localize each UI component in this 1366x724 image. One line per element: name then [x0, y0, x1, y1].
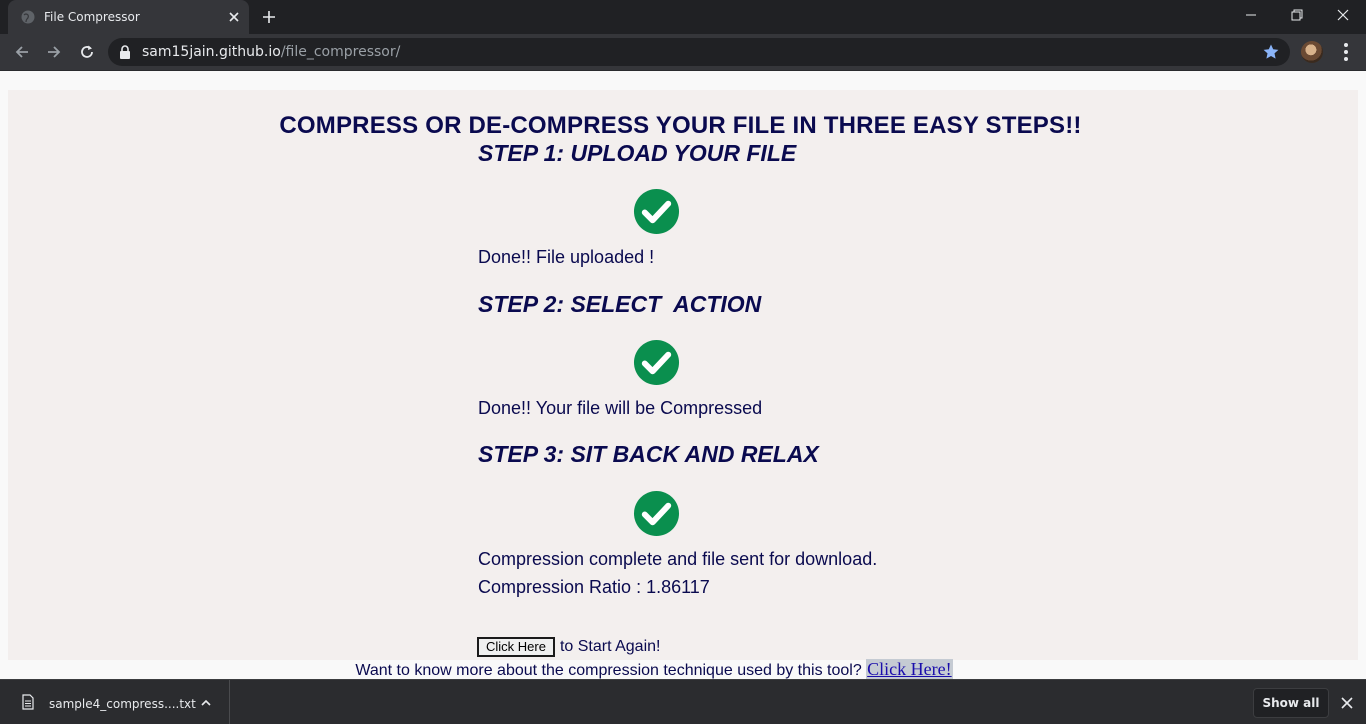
globe-icon [21, 10, 35, 24]
kebab-menu-icon[interactable] [1336, 42, 1356, 62]
close-icon[interactable] [1340, 696, 1354, 710]
new-tab-plus-icon[interactable] [261, 9, 277, 25]
restart-row: Click Here to Start Again! [477, 637, 660, 657]
browser-toolbar: sam15jain.github.io/file_compressor/ [0, 34, 1366, 71]
tab-title: File Compressor [44, 10, 140, 24]
file-icon [22, 694, 34, 710]
restore-icon [1291, 9, 1303, 21]
download-item[interactable]: sample4_compress....txt [0, 680, 230, 724]
compression-ratio: Compression Ratio : 1.86117 [478, 577, 710, 597]
chevron-up-icon[interactable] [199, 696, 213, 710]
check-circle-icon [633, 188, 680, 235]
check-circle-icon [633, 339, 680, 386]
step-1-status: Done!! File uploaded ! [478, 247, 655, 267]
step-3-heading: STEP 3: SIT BACK AND RELAX [478, 441, 819, 467]
step-2-heading: STEP 2: SELECT ACTION [478, 291, 762, 317]
url-path: /file_compressor/ [280, 44, 401, 60]
close-window-button[interactable] [1320, 0, 1366, 30]
step-2-status: Done!! Your file will be Compressed [478, 398, 763, 418]
content-panel: COMPRESS OR DE-COMPRESS YOUR FILE IN THR… [8, 90, 1358, 679]
address-bar[interactable]: sam15jain.github.io/file_compressor/ [108, 38, 1290, 66]
browser-titlebar: File Compressor [0, 0, 1366, 34]
arrow-right-icon [48, 46, 61, 58]
bookmark-star-icon[interactable] [1262, 43, 1280, 61]
url-host: sam15jain.github.io [142, 44, 281, 60]
download-file-name: sample4_compress....txt [49, 697, 196, 711]
restart-button[interactable]: Click Here [477, 637, 555, 657]
check-circle-icon [633, 490, 680, 537]
page-viewport: COMPRESS OR DE-COMPRESS YOUR FILE IN THR… [0, 71, 1366, 679]
minimize-button[interactable] [1228, 0, 1274, 30]
step-1-heading: STEP 1: UPLOAD YOUR FILE [478, 140, 797, 166]
lock-icon[interactable] [119, 45, 131, 59]
arrow-left-icon [15, 46, 28, 58]
info-text: Want to know more about the compression … [355, 662, 862, 679]
download-shelf: sample4_compress....txt Show all [0, 679, 1366, 724]
back-button[interactable] [12, 42, 32, 62]
url-text[interactable]: sam15jain.github.io/file_compressor/ [142, 44, 400, 60]
close-icon [1337, 9, 1349, 21]
browser-tab[interactable]: File Compressor [8, 0, 249, 34]
step-3-status: Compression complete and file sent for d… [478, 549, 878, 569]
info-row: Want to know more about the compression … [8, 659, 1300, 680]
profile-avatar[interactable] [1301, 41, 1323, 63]
info-link[interactable]: Click Here! [866, 659, 953, 679]
restore-button[interactable] [1274, 0, 1320, 30]
show-all-button[interactable]: Show all [1253, 688, 1329, 718]
page-title: COMPRESS OR DE-COMPRESS YOUR FILE IN THR… [279, 112, 1082, 139]
reload-icon [81, 45, 93, 58]
forward-button[interactable] [44, 42, 64, 62]
restart-text: to Start Again! [559, 638, 661, 655]
reload-button[interactable] [77, 42, 97, 62]
minimize-icon [1246, 14, 1256, 16]
tab-close-icon[interactable] [226, 9, 242, 25]
